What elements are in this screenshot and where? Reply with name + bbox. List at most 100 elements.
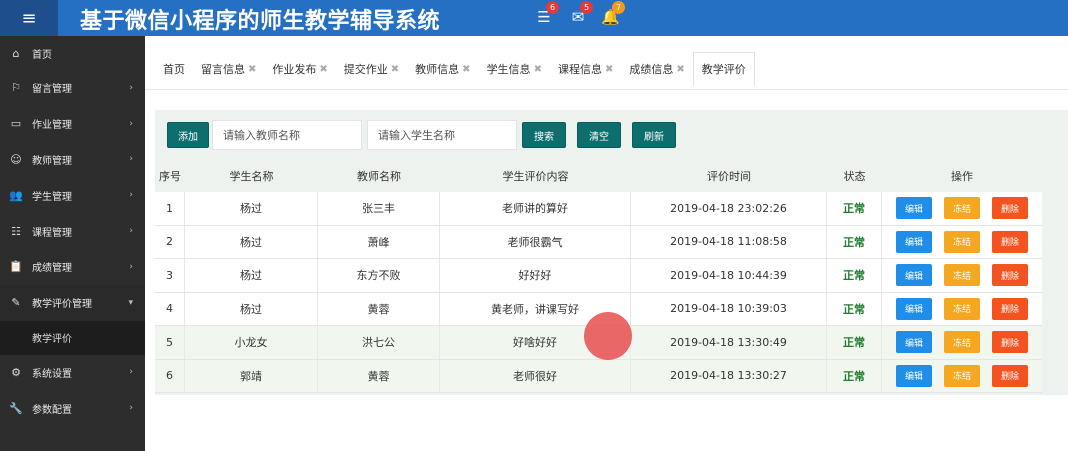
table-cell-no: 3 <box>155 259 185 292</box>
table-header: 序号 学生名称 教师名称 学生评价内容 评价时间 状态 操作 <box>155 160 1042 192</box>
table-cell-status: 正常 <box>827 259 882 292</box>
tab[interactable]: 教师信息 ✖ <box>407 52 478 86</box>
table-cell-content: 老师很好 <box>440 359 631 392</box>
table-cell-actions: 编辑 冻结 删除 <box>882 293 1042 326</box>
search-button[interactable]: 搜索 <box>522 122 566 148</box>
close-icon[interactable]: ✖ <box>248 64 256 75</box>
wrench-icon: 🔧 <box>9 401 23 415</box>
menu-toggle-button[interactable]: ≡ <box>0 0 58 36</box>
student-search-input[interactable] <box>367 120 517 150</box>
chevron-right-icon: › <box>129 261 133 272</box>
tab[interactable]: 留言信息 ✖ <box>193 52 264 86</box>
tasks-icon[interactable]: ☰ 6 <box>535 1 559 26</box>
delete-button[interactable]: 删除 <box>992 230 1028 253</box>
sidebar-item[interactable]: ✎ 教学评价管理 ▾ <box>0 284 145 321</box>
sidebar-item[interactable]: ☷ 课程管理 › <box>0 213 145 249</box>
tab[interactable]: 学生信息 ✖ <box>479 52 550 86</box>
sidebar-item[interactable]: 📋 成绩管理 › <box>0 249 145 285</box>
freeze-button[interactable]: 冻结 <box>944 364 980 387</box>
table-cell-time: 2019-04-18 13:30:27 <box>631 359 827 392</box>
table-cell-actions: 编辑 冻结 删除 <box>882 326 1042 359</box>
main-content: 添加 搜索 清空 刷新 序号 学生名称 教师名称 学生评价内容 评价时间 状态 … <box>145 90 1068 451</box>
add-button[interactable]: 添加 <box>167 122 209 148</box>
sidebar-item[interactable]: ⚙ 系统设置 › <box>0 355 145 391</box>
flag-icon: ⚐ <box>11 81 21 95</box>
edit-button[interactable]: 编辑 <box>896 297 932 320</box>
table-cell-status: 正常 <box>827 326 882 359</box>
freeze-button[interactable]: 冻结 <box>944 297 980 320</box>
refresh-button[interactable]: 刷新 <box>632 122 676 148</box>
table-cell-student: 杨过 <box>185 292 318 325</box>
sidebar-item-label: 留言管理 <box>32 84 72 96</box>
table-cell-student: 小龙女 <box>185 326 318 359</box>
edit-button[interactable]: 编辑 <box>896 264 932 287</box>
mail-icon[interactable]: ✉ 5 <box>569 1 593 26</box>
tab-label: 成绩信息 <box>629 63 674 76</box>
close-icon[interactable]: ✖ <box>676 64 684 75</box>
tab-label: 作业发布 <box>272 63 317 76</box>
sidebar-item[interactable]: ⚐ 留言管理 › <box>0 70 145 106</box>
table-row: 1 杨过 张三丰 老师讲的算好 2019-04-18 23:02:26 正常 编辑 冻结 删除 <box>155 192 1042 226</box>
freeze-button[interactable]: 冻结 <box>944 197 980 220</box>
column-header: 序号 <box>159 170 181 183</box>
table-cell-student: 杨过 <box>185 225 318 258</box>
table-cell-no: 5 <box>155 326 185 359</box>
freeze-button[interactable]: 冻结 <box>944 230 980 253</box>
close-icon[interactable]: ✖ <box>605 64 613 75</box>
sidebar-item[interactable]: ☺ 教师管理 › <box>0 142 145 178</box>
sidebar-subitem[interactable]: 教学评价 <box>0 320 145 355</box>
table-cell-actions: 编辑 冻结 删除 <box>882 226 1042 259</box>
tab[interactable]: 提交作业 ✖ <box>336 52 407 86</box>
delete-button[interactable]: 删除 <box>992 364 1028 387</box>
close-icon[interactable]: ✖ <box>534 64 542 75</box>
sidebar-item[interactable]: ⌂ 首页 <box>0 36 145 70</box>
notification-badge: 7 <box>612 1 625 14</box>
freeze-button[interactable]: 冻结 <box>944 331 980 354</box>
close-icon[interactable]: ✖ <box>462 64 470 75</box>
users-icon: 👥 <box>9 188 23 202</box>
close-icon[interactable]: ✖ <box>391 64 399 75</box>
edit-button[interactable]: 编辑 <box>896 230 932 253</box>
sidebar-item[interactable]: 👥 学生管理 › <box>0 177 145 213</box>
delete-button[interactable]: 删除 <box>992 297 1028 320</box>
tab-label: 课程信息 <box>557 63 602 76</box>
table-cell-time: 2019-04-18 23:02:26 <box>631 192 827 225</box>
tab[interactable]: 教学评价 <box>692 52 755 86</box>
tab[interactable]: 课程信息 ✖ <box>550 52 621 86</box>
table-cell-student: 郭靖 <box>185 359 318 392</box>
column-header: 教师名称 <box>357 170 401 183</box>
table-cell-teacher: 黄蓉 <box>318 292 440 325</box>
delete-button[interactable]: 删除 <box>992 264 1028 287</box>
page-title: 基于微信小程序的师生教学辅导系统 <box>80 9 441 34</box>
table-cell-content: 好好好 <box>440 259 631 292</box>
delete-button[interactable]: 删除 <box>992 331 1028 354</box>
edit-button[interactable]: 编辑 <box>896 364 932 387</box>
delete-button[interactable]: 删除 <box>992 197 1028 220</box>
sidebar-item[interactable]: ▭ 作业管理 › <box>0 106 145 142</box>
table-cell-teacher: 东方不败 <box>318 259 440 292</box>
table-cell-actions: 编辑 冻结 删除 <box>882 360 1042 393</box>
teacher-search-input[interactable] <box>212 120 362 150</box>
table-row: 3 杨过 东方不败 好好好 2019-04-18 10:44:39 正常 编辑 冻结 删除 <box>155 259 1042 293</box>
table-cell-no: 6 <box>155 359 185 392</box>
column-header: 学生评价内容 <box>502 170 569 183</box>
clear-button[interactable]: 清空 <box>577 122 621 148</box>
close-icon[interactable]: ✖ <box>319 64 327 75</box>
edit-button[interactable]: 编辑 <box>896 197 932 220</box>
column-header: 学生名称 <box>229 170 274 183</box>
bell-icon[interactable]: 🔔 7 <box>601 1 625 26</box>
sidebar-item[interactable]: 🔧 参数配置 › <box>0 390 145 426</box>
table-cell-time: 2019-04-18 13:30:49 <box>631 326 827 359</box>
chevron-down-icon: ▾ <box>128 297 133 308</box>
list-icon: ☷ <box>11 224 21 238</box>
tab[interactable]: 首页 <box>155 52 193 86</box>
freeze-button[interactable]: 冻结 <box>944 264 980 287</box>
table-cell-content: 老师很霸气 <box>440 225 631 258</box>
tab[interactable]: 成绩信息 ✖ <box>621 52 692 86</box>
table-cell-content: 老师讲的算好 <box>440 192 631 225</box>
chevron-right-icon: › <box>129 82 133 93</box>
table-cell-teacher: 洪七公 <box>318 326 440 359</box>
tab[interactable]: 作业发布 ✖ <box>264 52 335 86</box>
edit-button[interactable]: 编辑 <box>896 331 932 354</box>
sidebar-item-label: 首页 <box>32 49 52 61</box>
